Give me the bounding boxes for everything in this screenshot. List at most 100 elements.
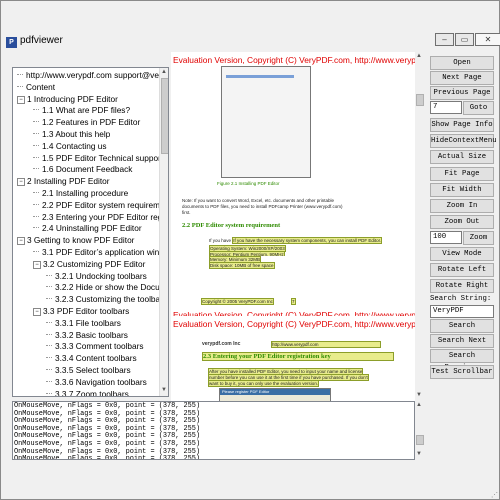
- pdf-view[interactable]: Evaluation Version, Copyright (C) VeryPD…: [171, 52, 415, 401]
- minimize-icon[interactable]: ‒: [435, 33, 454, 46]
- verypdf-logo: verypdf.com Inc: [202, 341, 241, 347]
- tree-item[interactable]: −3.2 Customizing PDF Editor: [33, 259, 145, 270]
- next-page-button[interactable]: Next Page: [430, 71, 494, 85]
- tree-item[interactable]: 1.1 What are PDF files?: [33, 105, 130, 116]
- tree-item[interactable]: 3.3.3 Comment toolbars: [46, 341, 144, 352]
- previous-page-button[interactable]: Previous Page: [430, 86, 494, 100]
- tree-connector: [46, 274, 52, 276]
- tree-item[interactable]: 3.2.1 Undocking toolbars: [46, 271, 147, 282]
- log-scrollbar[interactable]: ▲ ▼: [415, 401, 424, 460]
- tree-item[interactable]: −3 Getting to know PDF Editor: [17, 235, 134, 246]
- search-input[interactable]: VeryPDF: [430, 305, 494, 318]
- search-next-button[interactable]: Search Next: [430, 334, 494, 348]
- fit-page-button[interactable]: Fit Page: [430, 167, 494, 181]
- open-button[interactable]: Open: [430, 56, 494, 70]
- tree-item[interactable]: −1 Introducing PDF Editor: [17, 94, 118, 105]
- fit-width-button[interactable]: Fit Width: [430, 183, 494, 197]
- zoom-input[interactable]: 100: [430, 231, 462, 244]
- search-button[interactable]: Search: [430, 319, 494, 333]
- pdf-scrollbar[interactable]: ▲ ▼: [415, 52, 424, 401]
- actual-size-button[interactable]: Actual Size: [430, 150, 494, 164]
- tree-item-label: 2.4 Uninstalling PDF Editor: [42, 223, 142, 234]
- tree-item-label: 1.6 Document Feedback: [42, 164, 133, 175]
- tree-item[interactable]: 2.1 Installing procedure: [33, 188, 128, 199]
- tree-connector: [46, 392, 52, 394]
- collapse-toggle-icon[interactable]: −: [33, 260, 41, 269]
- tree-item[interactable]: 2.4 Uninstalling PDF Editor: [33, 223, 142, 234]
- tree-item[interactable]: 2.3 Entering your PDF Editor regist: [33, 212, 168, 223]
- test-scrollbar-button[interactable]: Test Scrollbar: [430, 365, 494, 379]
- zoom-in-button[interactable]: Zoom In: [430, 199, 494, 213]
- pdf-scroll-thumb[interactable]: [416, 94, 424, 106]
- tree-item[interactable]: 3.3.2 Basic toolbars: [46, 330, 128, 341]
- tree-connector: [33, 168, 39, 170]
- pdf-app-icon: P: [6, 37, 17, 48]
- view-mode-button[interactable]: View Mode: [430, 247, 494, 261]
- collapse-toggle-icon[interactable]: −: [17, 178, 25, 187]
- tree-connector: [46, 298, 52, 300]
- tree-item[interactable]: 1.4 Contacting us: [33, 141, 107, 152]
- tree-scroll-thumb[interactable]: [161, 78, 168, 154]
- rotate-right-button[interactable]: Rotate Right: [430, 279, 494, 293]
- title-bar[interactable]: P pdfviewer ‒ ▭ ✕: [1, 1, 500, 48]
- rotate-left-button[interactable]: Rotate Left: [430, 263, 494, 277]
- window-title: pdfviewer: [20, 35, 63, 46]
- outline-tree[interactable]: http://www.verypdf.com support@ver Conten…: [12, 67, 169, 397]
- tree-item[interactable]: 1.6 Document Feedback: [33, 164, 132, 175]
- tree-item[interactable]: 3.3.4 Content toolbars: [46, 353, 137, 364]
- tree-connector: [33, 227, 39, 229]
- tree-item[interactable]: 2.2 PDF Editor system requirement: [33, 199, 169, 211]
- window-controls: ‒ ▭ ✕: [435, 33, 500, 46]
- search-string-label: Search String:: [430, 295, 492, 303]
- log-scroll-thumb[interactable]: [416, 435, 424, 445]
- tree-item-label: 3.2.3 Customizing the toolbars: [55, 294, 168, 305]
- tree-item[interactable]: 3.3.6 Navigation toolbars: [46, 377, 147, 388]
- log-scroll-down-icon[interactable]: ▼: [416, 451, 422, 457]
- tree-connector: [46, 369, 52, 370]
- log-scroll-up-icon[interactable]: ▲: [416, 402, 422, 408]
- collapse-toggle-icon[interactable]: −: [17, 95, 25, 104]
- tree-item[interactable]: 1.5 PDF Editor Technical support: [33, 153, 163, 164]
- close-icon[interactable]: ✕: [475, 33, 500, 46]
- tree-item-label: 2.2 PDF Editor system requirement: [42, 199, 169, 210]
- scroll-down-icon[interactable]: ▼: [416, 392, 422, 398]
- tree-item[interactable]: 3.3.1 File toolbars: [46, 318, 121, 329]
- tree-scroll-up-icon[interactable]: ▲: [161, 69, 167, 75]
- tree-item[interactable]: Content: [17, 82, 55, 93]
- tree-item-label: 3.3.1 File toolbars: [55, 317, 121, 328]
- tree-scrollbar[interactable]: ▲ ▼: [159, 68, 168, 396]
- goto-button[interactable]: Goto: [463, 101, 494, 115]
- scroll-up-icon[interactable]: ▲: [416, 53, 422, 59]
- tree-item[interactable]: 3.1 PDF Editor’s application windo: [33, 247, 168, 258]
- tree-item[interactable]: 3.3.5 Select toolbars: [46, 365, 131, 376]
- app-window: P pdfviewer ‒ ▭ ✕ http://www.verypdf.com…: [0, 0, 500, 500]
- show-page-info-button[interactable]: Show Page Info: [430, 118, 494, 132]
- search-previous-button[interactable]: Search Previous: [430, 349, 494, 372]
- installer-screenshot: [221, 66, 311, 178]
- collapse-toggle-icon[interactable]: −: [17, 237, 25, 246]
- resize-grip-icon[interactable]: ⋰: [491, 491, 498, 499]
- collapse-toggle-icon[interactable]: −: [33, 308, 41, 316]
- tree-item[interactable]: 3.2.2 Hide or show the Docume: [46, 282, 168, 293]
- tree-item[interactable]: −2 Installing PDF Editor: [17, 176, 110, 187]
- restore-icon[interactable]: ▭: [455, 33, 474, 46]
- tree-connector: [33, 133, 39, 134]
- pdf-page-continued: Memory: Minimum 32MB Disk space: 10MB of…: [171, 256, 415, 270]
- tree-item-label: 1.2 Features in PDF Editor: [42, 117, 141, 128]
- tree-item[interactable]: −3.3 PDF Editor toolbars: [33, 306, 129, 317]
- zoom-out-button[interactable]: Zoom Out: [430, 215, 494, 229]
- tree-item[interactable]: 3.3.7 Zoom toolbars: [46, 389, 129, 396]
- tree-item[interactable]: 1.2 Features in PDF Editor: [33, 117, 140, 128]
- evaluation-notice-3: Evaluation Version, Copyright (C) VeryPD…: [173, 319, 415, 329]
- page-number-input[interactable]: 7: [430, 101, 462, 114]
- event-log[interactable]: OnMouseMove, nFlags = 0x0, point = (378,…: [12, 401, 415, 460]
- tree-scroll-down-icon[interactable]: ▼: [161, 387, 167, 393]
- register-dialog-title: Please register PDF Editor: [220, 389, 330, 395]
- zoom-button[interactable]: Zoom: [463, 231, 494, 245]
- tree-item[interactable]: http://www.verypdf.com support@ver: [17, 70, 162, 81]
- tree-connector: [33, 109, 39, 111]
- tree-item[interactable]: 1.3 About this help: [33, 129, 110, 140]
- tree-item[interactable]: 3.2.3 Customizing the toolbars: [46, 294, 167, 305]
- log-line[interactable]: OnMouseMove, nFlags = 0x0, point = (378,…: [14, 456, 414, 459]
- hide-context-menu-button[interactable]: HideContextMenu: [430, 134, 497, 148]
